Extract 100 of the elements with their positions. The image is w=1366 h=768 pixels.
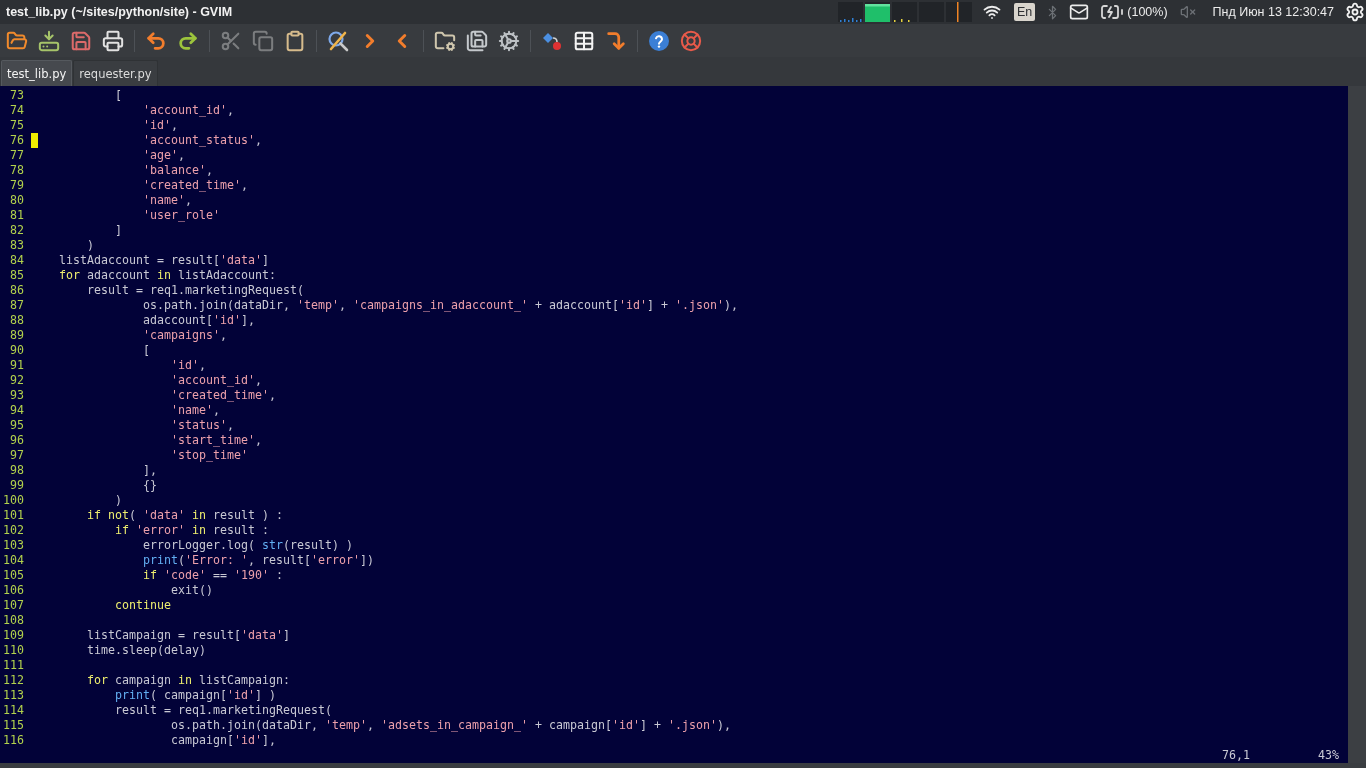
- code-line: result = req1.marketingRequest(: [87, 283, 304, 298]
- code-line: if 'error' in result :: [115, 523, 269, 538]
- printer-icon: [102, 29, 124, 52]
- file-tab[interactable]: requester.py: [73, 60, 158, 86]
- table-icon: [573, 29, 595, 52]
- line-number: 81: [9, 208, 24, 223]
- code-line: {}: [142, 478, 157, 493]
- code-line: campaign['id'],: [170, 733, 276, 748]
- line-number: 103: [3, 538, 24, 553]
- code-line: 'balance',: [142, 163, 213, 178]
- line-number: 106: [3, 583, 24, 598]
- line-number: 101: [3, 508, 24, 523]
- line-number: 93: [9, 388, 24, 403]
- line-number: 84: [9, 253, 24, 268]
- lifebuoy-icon: [680, 29, 702, 52]
- code-line: result = req1.marketingRequest(: [115, 703, 332, 718]
- code-line: 'campaigns',: [142, 328, 227, 343]
- code-line: if not( 'data' in result ) :: [87, 508, 283, 523]
- magnifier-pencil-icon: [327, 29, 349, 52]
- gear-icon[interactable]: [1345, 2, 1366, 22]
- line-number: 85: [9, 268, 24, 283]
- line-number: 96: [9, 433, 24, 448]
- line-number: 114: [3, 703, 24, 718]
- line-number: 83: [9, 238, 24, 253]
- code-line: ]: [115, 223, 122, 238]
- code-line: 'id',: [142, 118, 178, 133]
- scissors-icon: [220, 29, 242, 52]
- code-line: 'name',: [170, 403, 220, 418]
- speaker-muted-icon[interactable]: [1179, 4, 1196, 20]
- line-number: 91: [9, 358, 24, 373]
- line-number: 116: [3, 733, 24, 748]
- code-line: adaccount['id'],: [142, 313, 255, 328]
- line-number: 94: [9, 403, 24, 418]
- keyboard-layout-indicator[interactable]: En: [1014, 3, 1036, 21]
- window-title: test_lib.py (~/sites/python/site) - GVIM: [6, 5, 233, 19]
- code-line: [: [115, 88, 122, 103]
- line-number: 95: [9, 418, 24, 433]
- code-line: 'account_id',: [142, 103, 234, 118]
- line-number: 107: [3, 598, 24, 613]
- line-number: 108: [3, 613, 24, 628]
- line-number: 113: [3, 688, 24, 703]
- line-number: 75: [9, 118, 24, 133]
- corner-arrow-icon: [605, 29, 627, 52]
- line-number: 80: [9, 193, 24, 208]
- code-line: listAdaccount = result['data']: [59, 253, 269, 268]
- line-number: 97: [9, 448, 24, 463]
- code-line: os.path.join(dataDir, 'temp', 'campaigns_in_adaccount_' + adaccount['id'] + '.json'),: [142, 298, 738, 313]
- line-number: 100: [3, 493, 24, 508]
- line-number: 92: [9, 373, 24, 388]
- battery-percentage: (100%): [1127, 5, 1168, 19]
- code-line: 'account_status',: [142, 133, 262, 148]
- line-number: 73: [9, 88, 24, 103]
- folder-gear-icon: [434, 29, 456, 52]
- line-number: 74: [9, 103, 24, 118]
- undo-icon: [145, 29, 167, 52]
- code-line: for adaccount in listAdaccount:: [59, 268, 276, 283]
- clipboard-icon: [284, 29, 306, 52]
- code-line: listCampaign = result['data']: [87, 628, 290, 643]
- code-line: 'id',: [170, 358, 206, 373]
- line-number: 102: [3, 523, 24, 538]
- code-line: 'status',: [170, 418, 234, 433]
- gear-icon: [498, 29, 520, 52]
- clock[interactable]: Пнд Июн 13 12:30:47: [1212, 5, 1335, 19]
- code-line: for campaign in listCampaign:: [87, 673, 290, 688]
- line-number: 78: [9, 163, 24, 178]
- code-line: errorLogger.log( str(result) ): [142, 538, 353, 553]
- code-line: os.path.join(dataDir, 'temp', 'adsets_in_campaign_' + campaign['id'] + '.json'),: [170, 718, 731, 733]
- line-number: 99: [9, 478, 24, 493]
- line-number: 90: [9, 343, 24, 358]
- line-number: 109: [3, 628, 24, 643]
- line-number: 82: [9, 223, 24, 238]
- folder-icon: [6, 29, 28, 52]
- file-tab[interactable]: test_lib.py: [1, 60, 73, 86]
- code-line: 'name',: [142, 193, 192, 208]
- code-line: ): [87, 238, 94, 253]
- line-number: 112: [3, 673, 24, 688]
- code-line: ],: [142, 463, 157, 478]
- code-line: 'user_role': [142, 208, 220, 223]
- help-icon: [648, 29, 670, 52]
- code-line: time.sleep(delay): [87, 643, 206, 658]
- line-number: 88: [9, 313, 24, 328]
- line-number: 115: [3, 718, 24, 733]
- code-line: print('Error: ', result['error']): [142, 553, 374, 568]
- line-number: 86: [9, 283, 24, 298]
- floppy-stack-icon: [466, 29, 488, 52]
- line-number: 105: [3, 568, 24, 583]
- code-line: 'account_id',: [170, 373, 262, 388]
- scroll-percentage: 43%: [1318, 748, 1339, 763]
- redo-icon: [177, 29, 199, 52]
- mail-icon[interactable]: [1069, 2, 1090, 22]
- code-line: print( campaign['id'] ): [115, 688, 276, 703]
- line-number: 77: [9, 148, 24, 163]
- code-line: continue: [115, 598, 171, 613]
- code-line: 'age',: [142, 148, 185, 163]
- drive-download-icon: [38, 29, 60, 52]
- wifi-icon[interactable]: [983, 3, 1001, 21]
- code-line: 'created_time',: [170, 388, 276, 403]
- code-line: 'start_time',: [170, 433, 262, 448]
- line-number: 79: [9, 178, 24, 193]
- line-number: 104: [3, 553, 24, 568]
